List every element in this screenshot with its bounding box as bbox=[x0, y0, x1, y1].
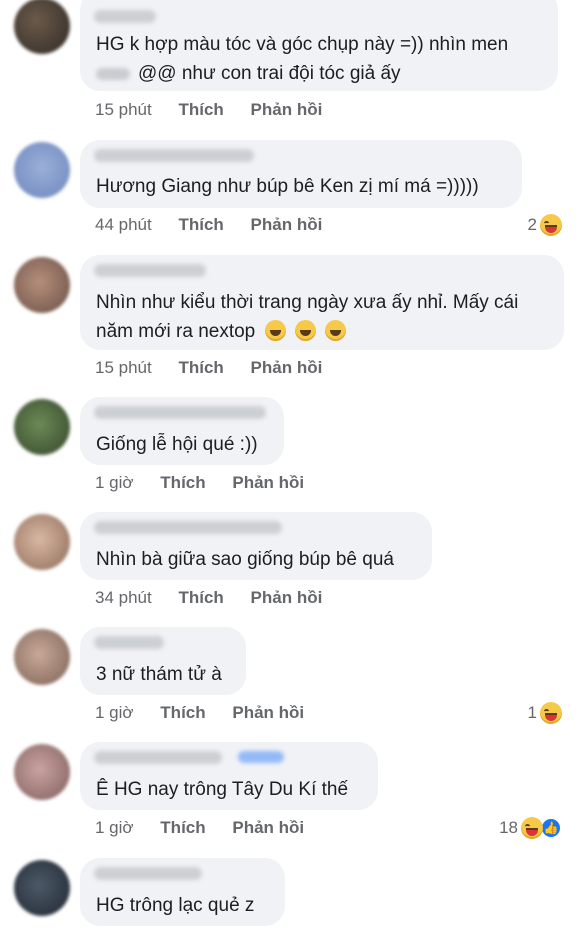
comment-bubble: HG k hợp màu tóc và góc chụp này =)) nhì… bbox=[80, 0, 558, 91]
comment-text: @@ như con trai đội tóc giả ấy bbox=[96, 59, 548, 88]
laugh-reaction-icon bbox=[540, 702, 562, 724]
comment-bubble: 3 nữ thám tử à bbox=[80, 627, 246, 695]
comment-text-line-1: HG trông lạc quẻ z bbox=[96, 895, 255, 916]
comment-actions: 15 phút Thích Phản hồi bbox=[95, 358, 344, 378]
comment-bubble: HG trông lạc quẻ z bbox=[80, 858, 285, 926]
commenter-name-blurred[interactable] bbox=[94, 264, 206, 277]
avatar[interactable] bbox=[14, 0, 70, 54]
comment-text: Giống lễ hội qué :)) bbox=[96, 430, 274, 459]
commenter-name-blurred[interactable] bbox=[94, 149, 254, 162]
reply-button[interactable]: Phản hồi bbox=[251, 215, 323, 234]
comment-text-line-2: @@ như con trai đội tóc giả ấy bbox=[138, 63, 401, 84]
grin-emoji-icon bbox=[294, 320, 316, 341]
comment-actions: 15 phút Thích Phản hồi bbox=[95, 100, 344, 120]
like-button[interactable]: Thích bbox=[160, 818, 205, 837]
comment-time[interactable]: 44 phút bbox=[95, 215, 152, 234]
like-button[interactable]: Thích bbox=[178, 215, 223, 234]
comment-text: Nhìn như kiểu thời trang ngày xưa ấy nhỉ… bbox=[96, 288, 554, 317]
laugh-reaction-icon bbox=[521, 817, 543, 839]
reply-button[interactable]: Phản hồi bbox=[251, 100, 323, 119]
comment-text-line-1: Nhìn như kiểu thời trang ngày xưa ấy nhỉ… bbox=[96, 292, 519, 313]
avatar[interactable] bbox=[14, 629, 70, 685]
like-button[interactable]: Thích bbox=[178, 588, 223, 607]
reaction-summary[interactable]: 2 bbox=[528, 214, 562, 236]
commenter-name-blurred[interactable] bbox=[94, 867, 202, 880]
comment-time[interactable]: 1 giờ bbox=[95, 703, 134, 722]
comment-text: năm mới ra nextop bbox=[96, 317, 554, 346]
reaction-count: 18 bbox=[499, 818, 518, 837]
avatar[interactable] bbox=[14, 257, 70, 313]
grin-emoji-icon bbox=[264, 320, 286, 341]
grin-emoji-icon bbox=[325, 320, 347, 341]
commenter-name-blurred[interactable] bbox=[94, 10, 156, 23]
laugh-reaction-icon bbox=[540, 214, 562, 236]
comment-bubble: Ê HG nay trông Tây Du Kí thế bbox=[80, 742, 378, 810]
comment-text-line-1: Ê HG nay trông Tây Du Kí thế bbox=[96, 779, 349, 800]
comment-time[interactable]: 1 giờ bbox=[95, 473, 134, 492]
comment-time[interactable]: 15 phút bbox=[95, 358, 152, 377]
comment-text-line-1: 3 nữ thám tử à bbox=[96, 664, 222, 685]
commenter-name-blurred[interactable] bbox=[94, 406, 266, 419]
comment-actions: 34 phút Thích Phản hồi bbox=[95, 588, 344, 608]
like-button[interactable]: Thích bbox=[160, 473, 205, 492]
comment-text: Hương Giang như búp bê Ken zị mí má =)))… bbox=[96, 172, 512, 201]
avatar[interactable] bbox=[14, 860, 70, 916]
like-button[interactable]: Thích bbox=[178, 358, 223, 377]
comment-text-line-1: Nhìn bà giữa sao giống búp bê quá bbox=[96, 549, 394, 570]
reply-button[interactable]: Phản hồi bbox=[251, 358, 323, 377]
comment-actions: 44 phút Thích Phản hồi bbox=[95, 215, 344, 235]
reply-button[interactable]: Phản hồi bbox=[232, 818, 304, 837]
comment-bubble: Giống lễ hội qué :)) bbox=[80, 397, 284, 465]
comment-actions: 1 giờ Thích Phản hồi bbox=[95, 818, 326, 838]
like-button[interactable]: Thích bbox=[160, 703, 205, 722]
reply-button[interactable]: Phản hồi bbox=[232, 473, 304, 492]
avatar[interactable] bbox=[14, 744, 70, 800]
reaction-count: 2 bbox=[527, 215, 537, 234]
comment-text: HG k hợp màu tóc và góc chụp này =)) nhì… bbox=[96, 30, 548, 59]
comment-text-line-1: HG k hợp màu tóc và góc chụp này =)) nhì… bbox=[96, 34, 509, 55]
comment-time[interactable]: 15 phút bbox=[95, 100, 152, 119]
commenter-name-blurred[interactable] bbox=[94, 636, 164, 649]
reaction-count: 1 bbox=[527, 703, 537, 722]
comment-text: Ê HG nay trông Tây Du Kí thế bbox=[96, 775, 368, 804]
comment-text: Nhìn bà giữa sao giống búp bê quá bbox=[96, 545, 422, 574]
comment-text-line-1: Giống lễ hội qué :)) bbox=[96, 434, 258, 455]
comment-bubble: Nhìn như kiểu thời trang ngày xưa ấy nhỉ… bbox=[80, 255, 564, 350]
comment-text-line-2: năm mới ra nextop bbox=[96, 321, 256, 342]
reply-button[interactable]: Phản hồi bbox=[251, 588, 323, 607]
comment-time[interactable]: 1 giờ bbox=[95, 818, 134, 837]
commenter-name-blurred[interactable] bbox=[94, 751, 222, 764]
comment-text: 3 nữ thám tử à bbox=[96, 660, 236, 689]
blurred-word bbox=[96, 67, 130, 80]
like-button[interactable]: Thích bbox=[178, 100, 223, 119]
comment-time[interactable]: 34 phút bbox=[95, 588, 152, 607]
comment-bubble: Hương Giang như búp bê Ken zị mí má =)))… bbox=[80, 140, 522, 208]
avatar[interactable] bbox=[14, 142, 70, 198]
like-reaction-icon: 👍 bbox=[540, 817, 562, 839]
follow-tag-blurred[interactable] bbox=[238, 751, 284, 763]
comment-text-line-1: Hương Giang như búp bê Ken zị mí má =)))… bbox=[96, 176, 479, 197]
avatar[interactable] bbox=[14, 514, 70, 570]
commenter-name-blurred[interactable] bbox=[94, 521, 282, 534]
comment-text: HG trông lạc quẻ z bbox=[96, 891, 275, 920]
comment-actions: 1 giờ Thích Phản hồi bbox=[95, 473, 326, 493]
avatar[interactable] bbox=[14, 399, 70, 455]
comment-bubble: Nhìn bà giữa sao giống búp bê quá bbox=[80, 512, 432, 580]
reply-button[interactable]: Phản hồi bbox=[232, 703, 304, 722]
reaction-summary[interactable]: 18 👍 bbox=[499, 817, 562, 839]
comment-actions: 1 giờ Thích Phản hồi bbox=[95, 703, 326, 723]
reaction-summary[interactable]: 1 bbox=[528, 702, 562, 724]
